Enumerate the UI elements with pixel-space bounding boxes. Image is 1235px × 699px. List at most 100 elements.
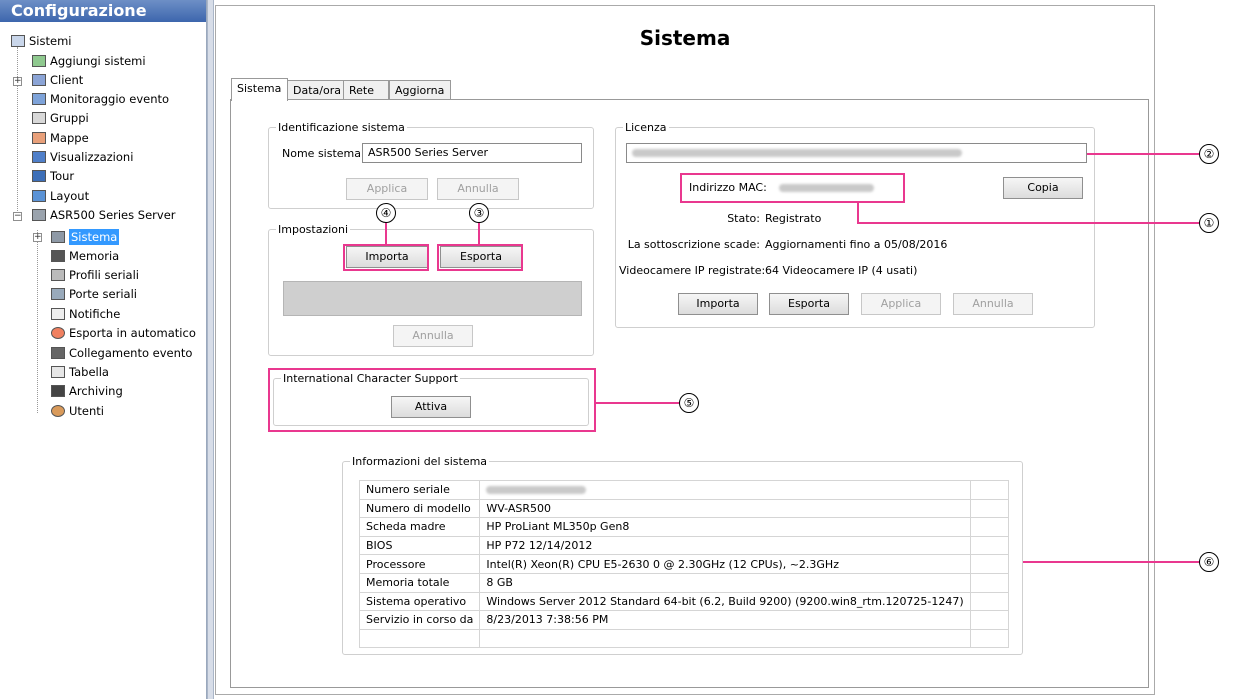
sidebar-item-event-link[interactable]: Collegamento evento — [51, 344, 192, 363]
sidebar-item-table[interactable]: Tabella — [51, 363, 109, 382]
tab-system[interactable]: Sistema — [231, 78, 288, 101]
client-gear-icon — [32, 74, 46, 86]
identification-apply-button[interactable]: Applica — [346, 178, 428, 200]
groups-icon — [32, 112, 46, 124]
expand-client-icon[interactable]: + — [13, 77, 22, 86]
archive-icon — [51, 385, 65, 397]
sidebar-item-groups[interactable]: Gruppi — [32, 109, 89, 128]
sidebar-item-serial-profiles[interactable]: Profili seriali — [51, 266, 139, 285]
tab-network[interactable]: Rete — [343, 80, 389, 100]
callout-3: ③ — [469, 203, 489, 223]
sidebar-item-server[interactable]: ASR500 Series Server — [32, 206, 176, 225]
sidebar-item-tour[interactable]: Tour — [32, 167, 74, 186]
license-key-input[interactable] — [626, 143, 1087, 163]
tree-line — [37, 230, 38, 413]
leader-line-4 — [385, 222, 387, 245]
tab-update[interactable]: Aggiorna — [389, 80, 451, 100]
row-value: Intel(R) Xeon(R) CPU E5-2630 0 @ 2.30GHz… — [479, 554, 971, 574]
row-value: WV-ASR500 — [479, 498, 971, 519]
registered-cameras-label: Videocamere IP registrate: — [619, 264, 766, 277]
leader-line-3 — [478, 222, 480, 245]
sidebar-item-users[interactable]: Utenti — [51, 402, 104, 421]
status-label: Stato: — [727, 212, 760, 225]
table-row: BIOS HP P72 12/14/2012 — [358, 535, 1010, 556]
tree-root-systems[interactable]: Sistemi — [11, 32, 71, 51]
sidebar-item-auto-export[interactable]: Esporta in automatico — [51, 324, 196, 343]
table-row: Scheda madre HP ProLiant ML350p Gen8 — [358, 517, 1010, 537]
tree-line — [17, 47, 18, 215]
settings-cancel-button[interactable]: Annulla — [393, 325, 473, 347]
expand-system-icon[interactable]: + — [33, 233, 42, 242]
leader-line-2 — [1087, 153, 1199, 155]
license-apply-button[interactable]: Applica — [861, 293, 941, 315]
views-icon — [32, 151, 46, 163]
identification-legend: Identificazione sistema — [278, 121, 405, 134]
row-value: 8 GB — [479, 572, 971, 593]
settings-legend: Impostazioni — [278, 223, 349, 236]
layout-icon — [32, 190, 46, 202]
tab-date-time[interactable]: Data/ora — [287, 80, 344, 100]
callout-6: ⑥ — [1199, 552, 1219, 572]
system-name-label: Nome sistema: — [282, 147, 365, 160]
sidebar-title: Configurazione — [0, 0, 206, 22]
row-label: Numero di modello — [358, 498, 481, 519]
sidebar-item-event-monitoring[interactable]: Monitoraggio evento — [32, 90, 169, 109]
license-import-button[interactable]: Importa — [678, 293, 758, 315]
auto-export-icon — [51, 327, 65, 339]
table-row: Numero seriale — [358, 480, 1010, 500]
highlight-export — [437, 244, 523, 271]
table-row: Sistema operativo Windows Server 2012 Sta… — [358, 591, 1010, 612]
identification-cancel-button[interactable]: Annulla — [437, 178, 519, 200]
row-value: 8/23/2013 7:38:56 PM — [479, 610, 971, 630]
page-title: Sistema — [639, 26, 731, 50]
sidebar-item-add-systems[interactable]: Aggiungi sistemi — [32, 52, 146, 71]
row-label: Scheda madre — [358, 517, 481, 537]
sidebar-item-system[interactable]: Sistema — [51, 228, 120, 247]
system-icon — [51, 231, 65, 243]
identification-group: Identificazione sistema — [268, 121, 594, 209]
sidebar-item-archiving[interactable]: Archiving — [51, 382, 123, 401]
sysinfo-table: Numero seriale Numero di modello WV-ASR50… — [358, 480, 1010, 649]
sidebar-item-notifications[interactable]: Notifiche — [51, 305, 120, 324]
map-icon — [32, 132, 46, 144]
registered-cameras-value: 64 Videocamere IP (4 usati) — [765, 264, 918, 277]
sidebar-item-serial-ports[interactable]: Porte seriali — [51, 285, 137, 304]
sidebar-item-storage[interactable]: Memoria — [51, 247, 119, 266]
systems-icon — [11, 35, 25, 47]
table-row: Numero di modello WV-ASR500 — [358, 498, 1010, 519]
splitter[interactable] — [207, 0, 214, 699]
add-system-icon — [32, 55, 46, 67]
leader-line-5 — [596, 402, 679, 404]
tour-icon — [32, 170, 46, 182]
collapse-server-icon[interactable]: − — [13, 212, 22, 221]
row-value: HP P72 12/14/2012 — [479, 535, 971, 556]
license-export-button[interactable]: Esporta — [769, 293, 849, 315]
event-link-icon — [51, 347, 65, 359]
row-label: BIOS — [358, 535, 481, 556]
row-label: Memoria totale — [358, 572, 481, 593]
subscription-value: Aggiornamenti fino a 05/08/2016 — [765, 238, 948, 251]
row-value: HP ProLiant ML350p Gen8 — [479, 517, 971, 537]
highlight-import — [343, 244, 429, 271]
leader-line-6 — [1023, 561, 1199, 563]
license-legend: Licenza — [625, 121, 667, 134]
table-row: Processore Intel(R) Xeon(R) CPU E5-2630 0… — [358, 554, 1010, 574]
sysinfo-legend: Informazioni del sistema — [352, 455, 488, 468]
system-name-input[interactable]: ASR500 Series Server — [362, 143, 582, 163]
users-icon — [51, 405, 65, 417]
server-icon — [32, 209, 46, 221]
sidebar: Configurazione Sistemi Aggiungi sistemi … — [0, 0, 207, 699]
sidebar-item-maps[interactable]: Mappe — [32, 129, 89, 148]
row-label: Servizio in corso da — [358, 610, 481, 630]
row-value — [479, 480, 971, 500]
sidebar-item-layout[interactable]: Layout — [32, 187, 89, 206]
subscription-label: La sottoscrizione scade: — [627, 238, 760, 251]
sidebar-item-client[interactable]: Client — [32, 71, 83, 90]
license-key-blurred — [632, 149, 962, 157]
leader-line-1a — [857, 202, 859, 224]
license-cancel-button[interactable]: Annulla — [953, 293, 1033, 315]
license-copy-button[interactable]: Copia — [1003, 177, 1083, 199]
status-value: Registrato — [765, 212, 822, 225]
sidebar-item-views[interactable]: Visualizzazioni — [32, 148, 133, 167]
serial-port-icon — [51, 288, 65, 300]
